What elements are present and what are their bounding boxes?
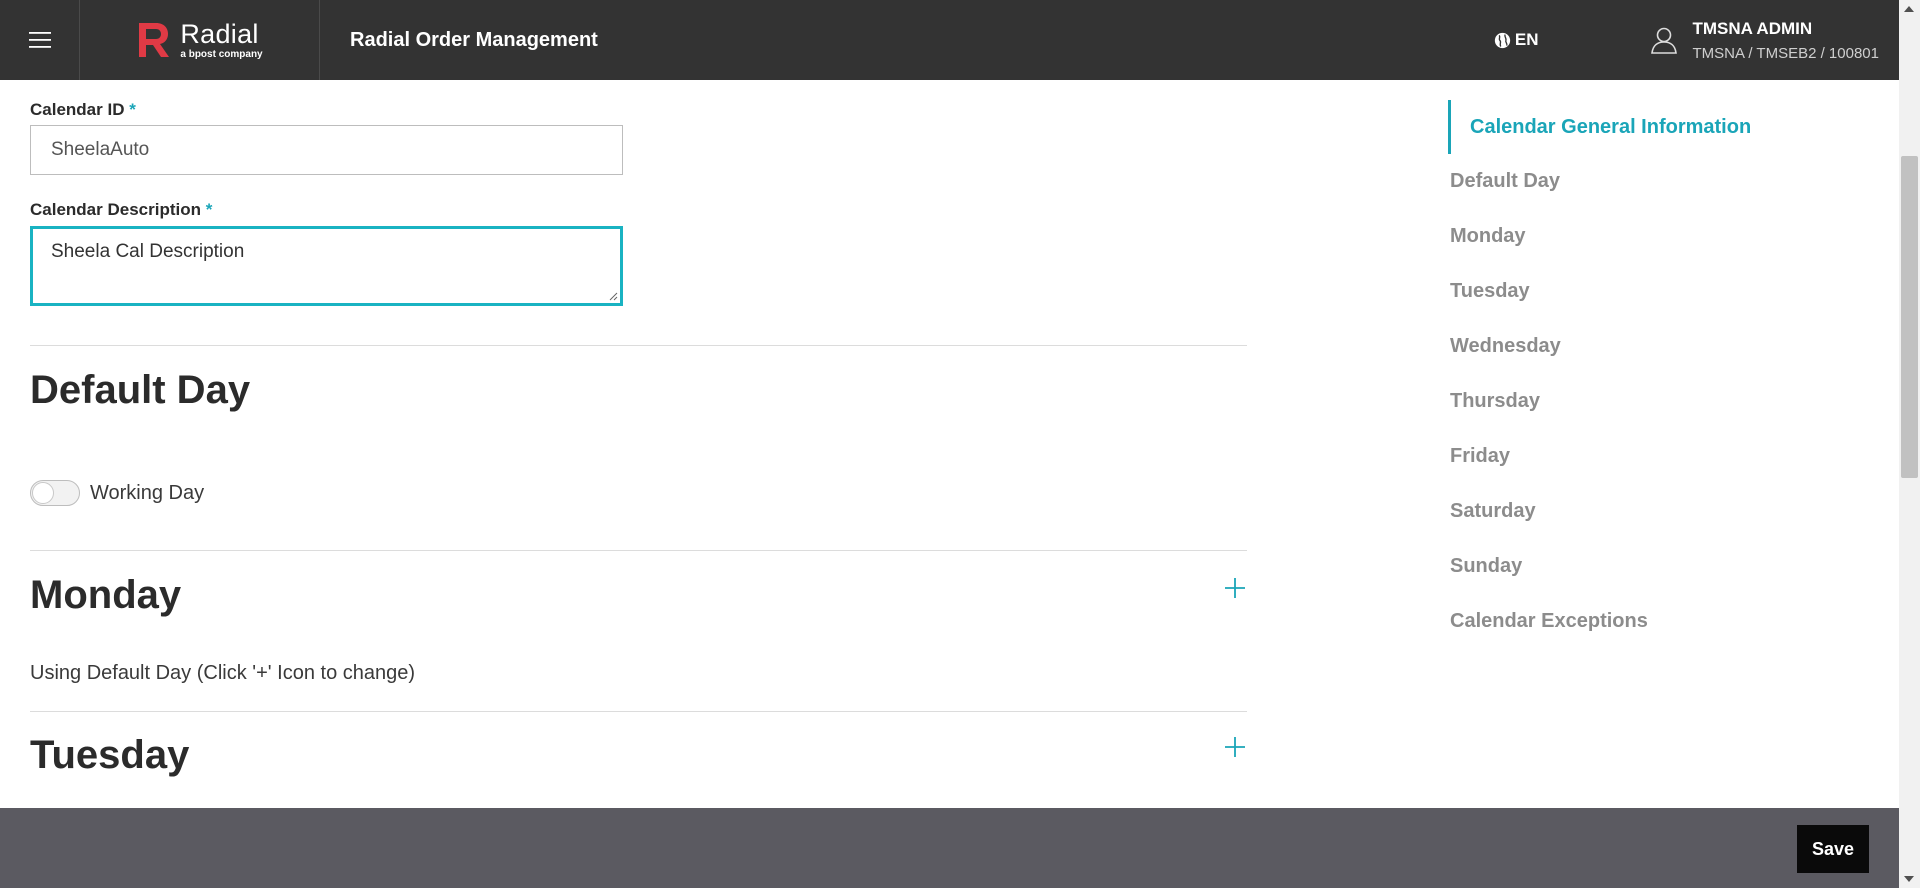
section-default-day: Default Day Working Day: [30, 345, 1247, 550]
working-day-row: Working Day: [30, 480, 204, 506]
tuesday-title: Tuesday: [30, 733, 190, 777]
required-mark: *: [205, 200, 213, 219]
section-monday: Monday Using Default Day (Click '+' Icon…: [30, 550, 1247, 711]
scroll-down-arrow-icon[interactable]: [1904, 876, 1914, 882]
brand-tagline: a bpost company: [180, 48, 263, 60]
section-tuesday: Tuesday: [30, 711, 1247, 808]
working-day-label: Working Day: [90, 481, 205, 504]
nav-tuesday[interactable]: Tuesday: [1448, 264, 1848, 319]
hamburger-menu-button[interactable]: [0, 0, 80, 80]
calendar-description-textarea[interactable]: Sheela Cal Description: [30, 226, 623, 306]
nav-default-day[interactable]: Default Day: [1448, 154, 1848, 209]
language-selector[interactable]: EN: [1494, 30, 1539, 50]
footer-bar: Save: [0, 808, 1899, 888]
working-day-toggle[interactable]: [30, 480, 80, 506]
monday-default-note: Using Default Day (Click '+' Icon to cha…: [30, 662, 416, 684]
brand-name: Radial: [180, 18, 259, 49]
calendar-id-value: SheelaAuto: [51, 139, 150, 160]
radial-logo-icon: [136, 20, 172, 60]
calendar-id-label: Calendar ID *: [30, 100, 136, 120]
scroll-thumb[interactable]: [1901, 156, 1918, 478]
calendar-description-label-text: Calendar Description: [30, 200, 201, 219]
resize-grip-icon[interactable]: [608, 291, 618, 301]
plus-icon: [1225, 578, 1245, 598]
user-organization: TMSNA / TMSEB2 / 100801: [1692, 44, 1879, 62]
nav-calendar-general-information[interactable]: Calendar General Information: [1448, 100, 1848, 154]
nav-sunday[interactable]: Sunday: [1448, 539, 1848, 594]
tuesday-add-button[interactable]: [1223, 735, 1247, 759]
monday-add-button[interactable]: [1223, 576, 1247, 600]
calendar-id-label-text: Calendar ID: [30, 100, 125, 119]
nav-saturday[interactable]: Saturday: [1448, 484, 1848, 539]
top-bar: Radial a bpost company Radial Order Mana…: [0, 0, 1899, 80]
save-button[interactable]: Save: [1797, 825, 1869, 873]
calendar-id-input[interactable]: SheelaAuto: [30, 125, 623, 175]
monday-title: Monday: [30, 573, 182, 617]
user-name: TMSNA ADMIN: [1692, 18, 1813, 38]
toggle-knob: [32, 482, 54, 504]
page-scrollbar[interactable]: [1899, 0, 1920, 888]
user-icon: [1649, 25, 1679, 55]
brand-logo[interactable]: Radial a bpost company: [80, 0, 320, 80]
nav-thursday[interactable]: Thursday: [1448, 374, 1848, 429]
default-day-title: Default Day: [30, 368, 251, 412]
globe-icon: [1494, 32, 1511, 48]
user-menu[interactable]: TMSNA ADMIN TMSNA / TMSEB2 / 100801: [1649, 19, 1879, 62]
nav-calendar-exceptions[interactable]: Calendar Exceptions: [1448, 594, 1848, 649]
main-content: Calendar ID * SheelaAuto Calendar Descri…: [0, 80, 1899, 808]
calendar-description-label: Calendar Description *: [30, 200, 212, 220]
nav-friday[interactable]: Friday: [1448, 429, 1848, 484]
app-title: Radial Order Management: [350, 28, 598, 51]
nav-wednesday[interactable]: Wednesday: [1448, 319, 1848, 374]
language-label: EN: [1514, 30, 1539, 49]
calendar-description-value: Sheela Cal Description: [51, 241, 245, 262]
plus-icon: [1225, 737, 1245, 757]
required-mark: *: [129, 100, 136, 119]
hamburger-icon: [28, 32, 51, 48]
section-navigation: Calendar General Information Default Day…: [1448, 100, 1848, 649]
nav-monday[interactable]: Monday: [1448, 209, 1848, 264]
scroll-up-arrow-icon[interactable]: [1904, 6, 1914, 12]
